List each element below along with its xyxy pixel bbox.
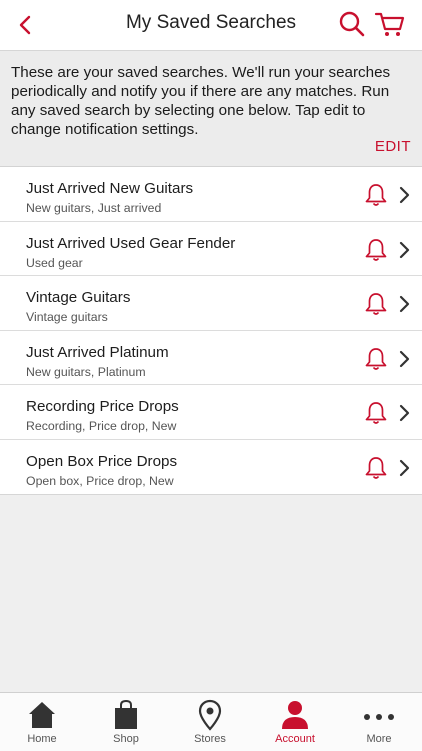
saved-search-row[interactable]: Recording Price Drops Recording, Price d… [0, 385, 422, 440]
tab-account[interactable]: Account [253, 693, 337, 751]
saved-search-row[interactable]: Just Arrived Platinum New guitars, Plati… [0, 331, 422, 385]
home-icon [29, 702, 55, 728]
saved-search-row[interactable]: Just Arrived New Guitars New guitars, Ju… [0, 167, 422, 222]
chevron-right-icon [399, 404, 410, 422]
saved-search-row[interactable]: Vintage Guitars Vintage guitars [0, 276, 422, 331]
saved-search-filters: Vintage guitars [26, 310, 108, 324]
saved-search-filters: Used gear [26, 255, 83, 270]
saved-search-filters: New guitars, Just arrived [26, 201, 162, 215]
chevron-right-icon [399, 241, 410, 258]
chevron-right-icon [399, 295, 410, 313]
intro-text: These are your saved searches. We'll run… [11, 64, 391, 138]
saved-search-row[interactable]: Just Arrived Used Gear Fender Used gear [0, 222, 422, 276]
bell-icon[interactable] [364, 182, 388, 208]
chevron-right-icon [399, 459, 410, 476]
saved-search-filters: Open box, Price drop, New [26, 473, 174, 488]
saved-search-filters: New guitars, Platinum [26, 364, 146, 379]
chevron-right-icon [399, 186, 410, 204]
bell-icon[interactable] [364, 346, 388, 372]
tab-more[interactable]: More [337, 693, 421, 751]
saved-search-name: Just Arrived New Guitars [26, 180, 194, 197]
saved-search-filters: Recording, Price drop, New [26, 419, 177, 433]
saved-search-name: Just Arrived Platinum [26, 343, 169, 361]
tab-label: Home [27, 733, 57, 745]
chevron-right-icon [399, 350, 410, 367]
cart-icon[interactable] [374, 10, 406, 38]
bell-icon[interactable] [364, 400, 388, 426]
saved-search-name: Vintage Guitars [26, 289, 131, 306]
bell-icon[interactable] [364, 291, 388, 317]
tab-home[interactable]: Home [0, 693, 84, 751]
saved-search-name: Just Arrived Used Gear Fender [26, 234, 236, 252]
nav-header: My Saved Searches [0, 0, 422, 51]
edit-button[interactable]: EDIT [375, 138, 411, 155]
bell-icon[interactable] [364, 455, 388, 481]
saved-search-name: Recording Price Drops [26, 398, 179, 415]
person-icon [282, 701, 308, 729]
tab-label: Account [275, 733, 315, 745]
tab-label: Stores [194, 733, 226, 745]
shopping-bag-icon [115, 699, 137, 729]
tab-shop[interactable]: Shop [84, 693, 168, 751]
tab-label: Shop [113, 733, 139, 745]
bell-icon[interactable] [364, 237, 388, 263]
tab-stores[interactable]: Stores [168, 693, 252, 751]
search-icon[interactable] [338, 10, 366, 38]
saved-search-name: Open Box Price Drops [26, 452, 178, 470]
saved-search-row[interactable]: Open Box Price Drops Open box, Price dro… [0, 440, 422, 495]
saved-search-list: Just Arrived New Guitars New guitars, Ju… [0, 167, 422, 495]
more-dots-icon [364, 714, 394, 720]
tab-label: More [366, 733, 392, 745]
location-pin-icon [198, 699, 222, 731]
tab-bar: Home Shop Stores Account More [0, 692, 422, 751]
intro-panel: These are your saved searches. We'll run… [0, 51, 422, 167]
